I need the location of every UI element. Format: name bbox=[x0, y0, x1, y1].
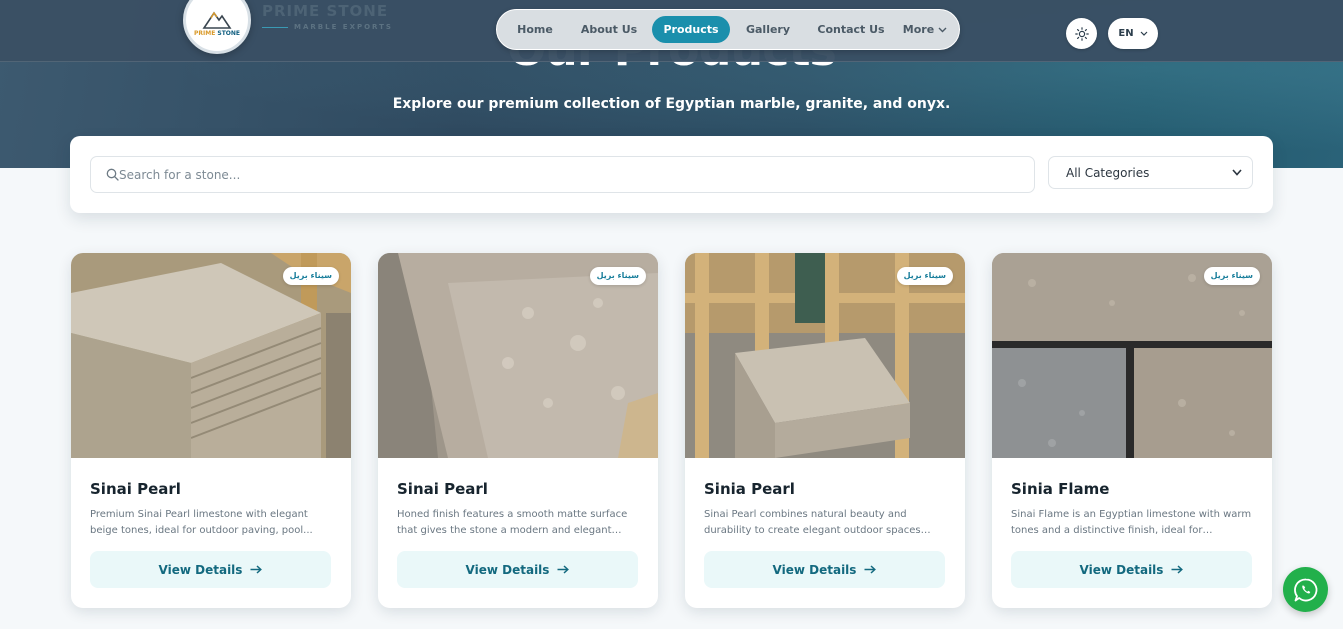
view-details-button[interactable]: View Details bbox=[704, 551, 945, 588]
filter-panel: All Categories bbox=[70, 136, 1273, 213]
nav-gallery[interactable]: Gallery bbox=[741, 10, 795, 49]
hero-subtitle: Explore our premium collection of Egypti… bbox=[392, 96, 951, 112]
search-input[interactable] bbox=[119, 157, 1019, 192]
view-details-button[interactable]: View Details bbox=[90, 551, 331, 588]
product-image[interactable]: سيناء بريل bbox=[685, 253, 965, 458]
product-description: Sinai Flame is an Egyptian limestone wit… bbox=[1011, 509, 1252, 536]
product-image[interactable]: سيناء بريل bbox=[71, 253, 351, 458]
brand-divider bbox=[262, 27, 288, 28]
product-title: Sinia Flame bbox=[1011, 480, 1110, 498]
category-select[interactable]: All Categories bbox=[1048, 156, 1253, 189]
product-description: Premium Sinai Pearl limestone with elega… bbox=[90, 509, 313, 536]
whatsapp-icon bbox=[1293, 578, 1317, 601]
nav-about-us[interactable]: About Us bbox=[577, 10, 641, 49]
logo[interactable]: PRIME STONE bbox=[183, 0, 251, 54]
view-details-label: View Details bbox=[772, 562, 857, 577]
view-details-label: View Details bbox=[1079, 562, 1164, 577]
product-description: Sinai Pearl combines natural beauty and … bbox=[704, 509, 921, 536]
product-title: Sinai Pearl bbox=[90, 480, 181, 498]
nav-more-dropdown[interactable]: More bbox=[897, 10, 953, 49]
view-details-label: View Details bbox=[158, 562, 243, 577]
chevron-down-icon bbox=[1232, 169, 1242, 176]
product-card[interactable]: سيناء بريل Sinia Flame Sinai Flame is an… bbox=[992, 253, 1272, 608]
nav-products[interactable]: Products bbox=[652, 16, 730, 43]
product-title: Sinia Pearl bbox=[704, 480, 795, 498]
page: Our Products Explore our premium collect… bbox=[0, 0, 1343, 629]
category-select-value: All Categories bbox=[1066, 165, 1150, 180]
product-badge: سيناء بريل bbox=[896, 267, 953, 285]
search-icon bbox=[106, 168, 119, 181]
view-details-button[interactable]: View Details bbox=[1011, 551, 1252, 588]
arrow-right-icon bbox=[864, 565, 877, 574]
chevron-down-icon bbox=[938, 27, 947, 32]
theme-toggle-button[interactable] bbox=[1066, 18, 1097, 49]
arrow-right-icon bbox=[557, 565, 570, 574]
product-card[interactable]: سيناء بريل Sinai Pearl Premium Sinai Pea… bbox=[71, 253, 351, 608]
product-badge: سيناء بريل bbox=[589, 267, 646, 285]
product-card[interactable]: سيناء بريل Sinia Pearl Sinai Pearl combi… bbox=[685, 253, 965, 608]
mountain-logo-icon bbox=[202, 11, 232, 29]
view-details-button[interactable]: View Details bbox=[397, 551, 638, 588]
view-details-label: View Details bbox=[465, 562, 550, 577]
chevron-down-icon bbox=[1140, 31, 1148, 36]
product-image[interactable]: سيناء بريل bbox=[992, 253, 1272, 458]
search-box bbox=[90, 156, 1035, 193]
brand-name: PRIME STONE bbox=[262, 2, 389, 20]
product-badge: سيناء بريل bbox=[1203, 267, 1260, 285]
language-selector[interactable]: EN bbox=[1108, 18, 1158, 49]
logo-text: PRIME STONE bbox=[193, 30, 241, 37]
product-badge: سيناء بريل bbox=[282, 267, 339, 285]
language-label: EN bbox=[1118, 28, 1134, 39]
product-image[interactable]: سيناء بريل bbox=[378, 253, 658, 458]
product-description: Honed finish features a smooth matte sur… bbox=[397, 509, 628, 536]
sun-icon bbox=[1074, 26, 1089, 41]
arrow-right-icon bbox=[1171, 565, 1184, 574]
nav-contact-us[interactable]: Contact Us bbox=[813, 10, 889, 49]
product-card[interactable]: سيناء بريل Sinai Pearl Honed finish feat… bbox=[378, 253, 658, 608]
product-title: Sinai Pearl bbox=[397, 480, 488, 498]
top-navbar: PRIME STONE PRIME STONE MARBLE EXPORTS H… bbox=[0, 0, 1343, 62]
nav-home[interactable]: Home bbox=[511, 10, 559, 49]
nav-more-label: More bbox=[902, 23, 935, 36]
main-nav: Home About Us Products Gallery Contact U… bbox=[496, 9, 960, 50]
arrow-right-icon bbox=[250, 565, 263, 574]
whatsapp-chat-button[interactable] bbox=[1283, 567, 1328, 612]
brand-tagline: MARBLE EXPORTS bbox=[294, 23, 393, 31]
